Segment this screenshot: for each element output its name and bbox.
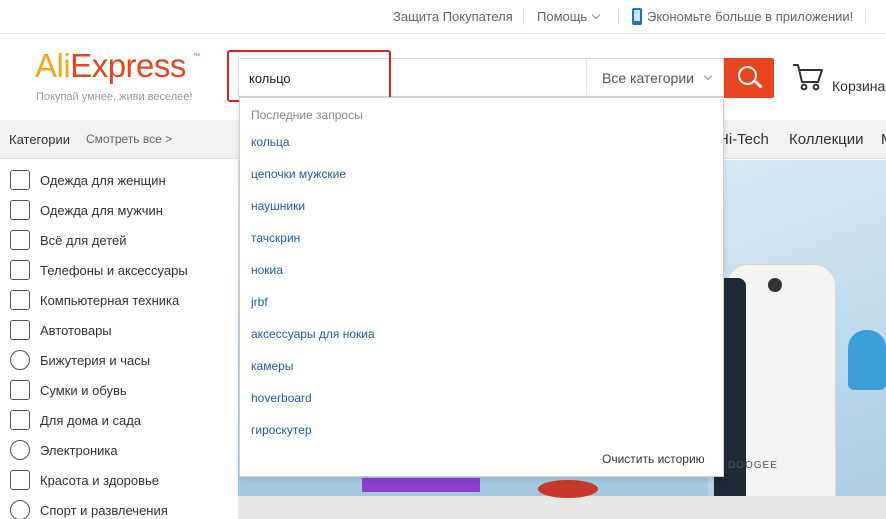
buyer-protection-link[interactable]: Защита Покупателя [393,9,513,24]
banner-person [848,330,886,390]
sidebar-item-label: Компьютерная техника [40,293,180,308]
banner-ground [238,496,886,519]
help-menu[interactable]: Помощь [537,9,601,24]
sidebar-item-electronics[interactable]: Электроника [0,435,238,465]
cart-label[interactable]: Корзина [832,78,885,94]
sidebar-item-sport[interactable]: Спорт и развлечения [0,495,238,519]
sidebar-item-phones[interactable]: Телефоны и аксессуары [0,255,238,285]
suggestion-item[interactable]: jrbf [251,295,268,309]
category-select-label: Все категории [602,70,694,86]
sidebar-item-computers[interactable]: Компьютерная техника [0,285,238,315]
sidebar-item-men-clothing[interactable]: Одежда для мужчин [0,195,238,225]
suggestion-item[interactable]: тачскрин [251,231,300,245]
ball-icon [10,500,30,519]
divider [618,9,619,25]
banner-hoverboard [538,480,598,498]
ring-icon [10,350,30,370]
suggestion-item[interactable]: цепочки мужские [251,167,346,181]
trademark-symbol: ™ [193,53,200,60]
sofa-icon [10,410,30,430]
slogan: Покупай умнее, живи веселее! [36,91,193,103]
mobile-phone-icon [632,8,642,25]
laptop-icon [10,290,30,310]
sidebar-item-jewelry[interactable]: Бижутерия и часы [0,345,238,375]
suggestion-item[interactable]: наушники [251,199,305,213]
sidebar-item-label: Всё для детей [40,233,127,248]
recent-searches-header: Последние запросы [251,108,363,122]
top-bar: Защита Покупателя Помощь Экономьте больш… [0,0,886,34]
shirt-icon [10,200,30,220]
suggestion-item[interactable]: гироскутер [251,423,312,437]
see-all-link[interactable]: Смотреть все > [86,132,172,146]
sidebar-item-bags-shoes[interactable]: Сумки и обувь [0,375,238,405]
phone-icon [10,260,30,280]
bag-icon [10,380,30,400]
sidebar-item-label: Бижутерия и часы [40,353,151,368]
sidebar-item-label: Автотовары [40,323,112,338]
logo-express: Express [70,47,186,84]
suggestion-item[interactable]: hoverboard [251,391,312,405]
category-sidebar: Одежда для женщин Одежда для мужчин Всё … [0,160,238,519]
sidebar-item-label: Красота и здоровье [40,473,160,488]
suggestion-item[interactable]: нокиа [251,263,283,277]
dress-icon [10,170,30,190]
sidebar-item-label: Одежда для мужчин [40,203,163,218]
car-icon [10,320,30,340]
categories-label: Категории [9,132,70,147]
sidebar-item-women-clothing[interactable]: Одежда для женщин [0,165,238,195]
suggestion-item[interactable]: камеры [251,359,293,373]
logo-ali: Ali [35,47,71,84]
sidebar-item-label: Телефоны и аксессуары [40,263,188,278]
banner-phone-camera [768,278,782,292]
banner-brand: DOOGEE [728,460,778,471]
sidebar-item-label: Для дома и сада [40,413,142,428]
sidebar-item-home-garden[interactable]: Для дома и сада [0,405,238,435]
divider [523,9,524,25]
help-label: Помощь [537,9,588,24]
bottle-icon [10,230,30,250]
banner-cta-button[interactable] [362,478,480,492]
search-icon-handle [754,80,763,89]
nav-link-collections[interactable]: Коллекции [789,131,864,148]
search-highlight-box [227,50,391,102]
sidebar-item-label: Спорт и развлечения [40,503,168,518]
sidebar-item-beauty[interactable]: Красота и здоровье [0,465,238,495]
category-select[interactable]: Все категории [586,59,724,96]
nav-link-hi-tech[interactable]: Hi-Tech [718,131,769,148]
page: Защита Покупателя Помощь Экономьте больш… [0,0,886,519]
app-promo-link[interactable]: Экономьте больше в приложении! [647,9,853,24]
divider [865,9,866,25]
search-suggestions-dropdown: Последние запросы кольца цепочки мужские… [239,97,724,477]
sidebar-item-kids[interactable]: Всё для детей [0,225,238,255]
nav-link-more[interactable]: М [881,131,886,148]
suggestion-item[interactable]: кольца [251,135,290,149]
clear-history-link[interactable]: Очистить историю [602,452,705,466]
sidebar-item-label: Одежда для женщин [40,173,166,188]
suggestion-item[interactable]: аксессуары для нокиа [251,327,375,341]
chevron-down-icon [703,71,713,81]
lipstick-icon [10,470,30,490]
chevron-down-icon [591,10,601,20]
aliexpress-logo[interactable]: AliExpress [35,46,186,86]
sidebar-item-auto[interactable]: Автотовары [0,315,238,345]
headphones-icon [10,440,30,460]
sidebar-item-label: Сумки и обувь [40,383,127,398]
sidebar-item-label: Электроника [40,443,118,458]
search-button[interactable] [724,58,774,98]
